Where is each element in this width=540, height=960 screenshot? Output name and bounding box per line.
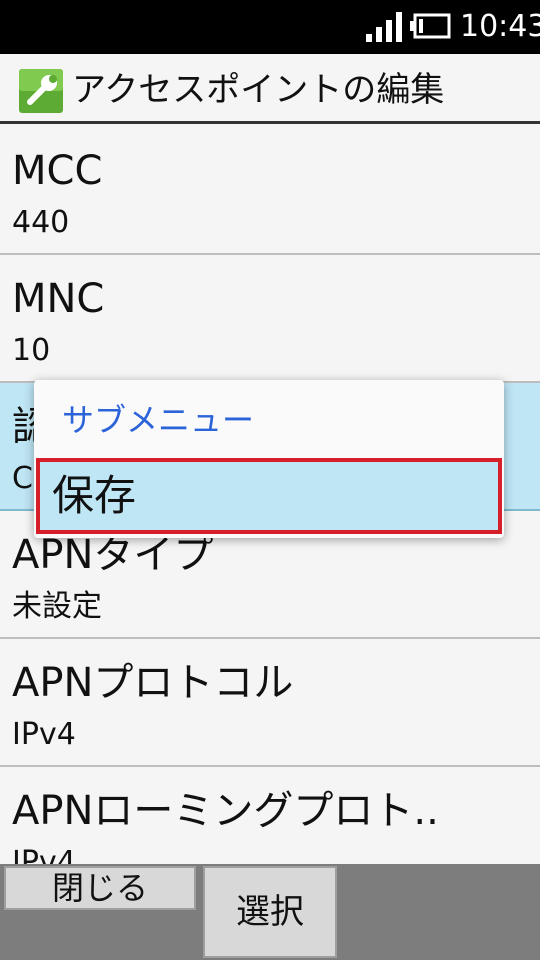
close-button[interactable]: 閉じる xyxy=(4,866,196,910)
setting-label: MCC xyxy=(12,148,103,194)
save-menu-item[interactable]: 保存 xyxy=(36,458,502,534)
wrench-icon xyxy=(19,69,63,113)
popup-title: サブメニュー xyxy=(62,401,255,439)
status-bar: 10:43 xyxy=(0,0,540,54)
setting-value: IPv4 xyxy=(12,717,76,752)
setting-value: IPv4 xyxy=(12,845,76,864)
battery-icon xyxy=(410,13,451,39)
setting-row-apn-protocol[interactable]: APNプロトコル IPv4 xyxy=(0,639,540,767)
setting-row-mnc[interactable]: MNC 10 xyxy=(0,255,540,383)
setting-label: MNC xyxy=(12,276,105,322)
softkey-bar: 閉じる 選択 xyxy=(0,864,540,960)
setting-label: APNローミングプロト.. xyxy=(12,788,439,834)
select-button[interactable]: 選択 xyxy=(203,866,337,958)
page-title: アクセスポイントの編集 xyxy=(72,70,445,110)
setting-value: 10 xyxy=(12,333,51,368)
submenu-popup: サブメニュー 保存 xyxy=(34,380,504,538)
signal-icon xyxy=(366,12,402,42)
setting-label: APNプロトコル xyxy=(12,660,294,706)
title-bar: アクセスポイントの編集 xyxy=(0,54,540,124)
clock: 10:43 xyxy=(460,9,540,44)
setting-row-apn-roaming-protocol[interactable]: APNローミングプロト.. IPv4 xyxy=(0,767,540,864)
save-menu-item-label: 保存 xyxy=(52,471,137,520)
setting-value: C xyxy=(12,461,33,496)
setting-value: 440 xyxy=(12,205,70,240)
setting-value: 未設定 xyxy=(12,589,102,624)
setting-row-mcc[interactable]: MCC 440 xyxy=(0,127,540,255)
